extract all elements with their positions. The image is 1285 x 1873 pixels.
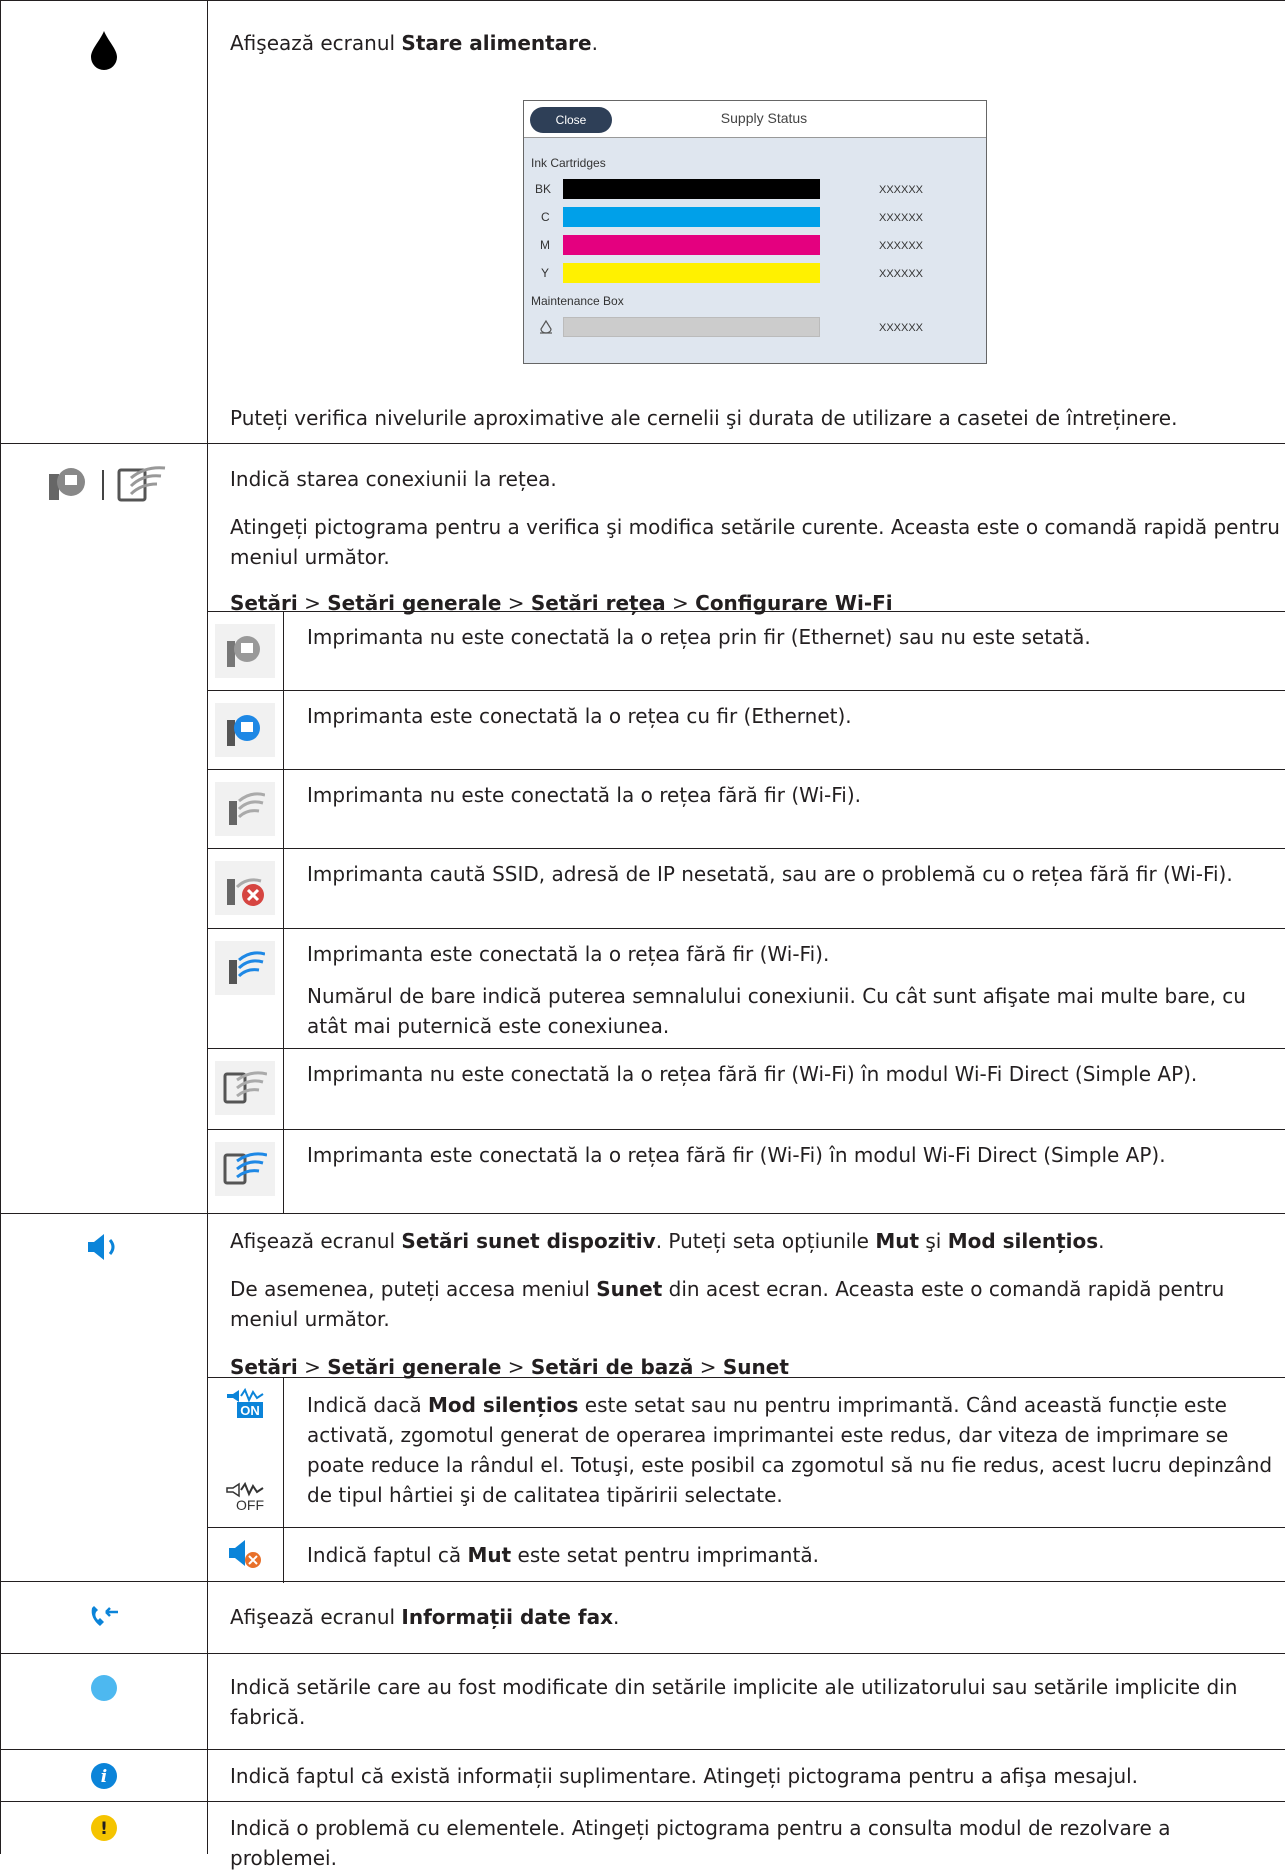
speaker-icon <box>0 1232 207 1262</box>
ink-cartridges-label: Ink Cartridges <box>531 156 606 170</box>
svg-text:!: ! <box>100 1819 108 1839</box>
ink-bar-y <box>563 263 820 283</box>
table-row-sound: Afişează ecranul Setări sunet dispozitiv… <box>0 1214 1285 1583</box>
bar-label-bk: BK <box>535 182 552 196</box>
maintenance-value: XXXXXX <box>879 322 924 334</box>
changed-settings-text: Indică setările care au fost modificate … <box>230 1675 1238 1729</box>
ink-bar-c <box>563 207 820 227</box>
ethernet-connected-icon <box>215 703 275 757</box>
wifi-error-icon <box>215 861 275 915</box>
svg-text:i: i <box>100 1767 106 1787</box>
network-subrow-4: Imprimanta caută SSID, adresă de IP nese… <box>207 848 1285 929</box>
network-subrow-1: Imprimanta nu este conectată la o rețea … <box>207 611 1285 691</box>
network-subrow-1-text: Imprimanta nu este conectată la o rețea … <box>307 625 1091 649</box>
network-subrow-5-text: Imprimanta este conectată la o rețea făr… <box>307 942 1246 1038</box>
svg-text:ON: ON <box>240 1403 260 1418</box>
maintenance-icon <box>538 319 554 340</box>
wifi-direct-disconnected-icon <box>215 1061 275 1115</box>
ink-drop-icon <box>0 29 207 71</box>
screen-title: Supply Status <box>720 110 808 126</box>
wifi-direct-connected-icon <box>215 1142 275 1196</box>
table-row-changed-settings: Indică setările care au fost modificate … <box>0 1654 1285 1750</box>
supply-status-screen: Close Supply Status Ink Cartridges BK XX… <box>523 100 987 364</box>
network-subrow-3: Imprimanta nu este conectată la o rețea … <box>207 769 1285 849</box>
quiet-mode-on-icon: ON <box>225 1387 265 1422</box>
table-row-fax: Afişează ecranul Informații date fax. <box>0 1582 1285 1654</box>
bar-label-m: M <box>540 238 550 252</box>
info-icon[interactable]: i <box>0 1762 207 1790</box>
ink-value-c: XXXXXX <box>879 212 924 224</box>
sound-subrow-mute: Indică faptul că Mut este setat pentru i… <box>207 1527 1285 1583</box>
mute-text: Indică faptul că Mut este setat pentru i… <box>307 1543 819 1567</box>
fax-text: Afişează ecranul Informații date fax. <box>230 1605 620 1629</box>
quiet-mode-text: Indică dacă Mod silențios este setat sau… <box>307 1393 1273 1507</box>
network-subrow-2: Imprimanta este conectată la o rețea cu … <box>207 690 1285 770</box>
blue-dot-icon <box>0 1674 207 1702</box>
table-row-network: Indică starea conexiunii la rețea. Ating… <box>0 444 1285 1214</box>
wifi-disconnected-icon <box>215 782 275 836</box>
network-subrow-3-text: Imprimanta nu este conectată la o rețea … <box>307 783 862 807</box>
sound-subrow-quiet: ON OFF Indică dacă Mod silențios este se… <box>207 1377 1285 1528</box>
network-subrow-6: Imprimanta nu este conectată la o rețea … <box>207 1048 1285 1130</box>
ethernet-disconnected-icon <box>215 624 275 678</box>
maintenance-bar <box>563 317 820 337</box>
wifi-connected-icon <box>215 941 275 995</box>
network-subrow-7-text: Imprimanta este conectată la o rețea făr… <box>307 1143 1166 1167</box>
bar-label-c: C <box>541 210 550 224</box>
screen-header: Close Supply Status <box>524 101 986 138</box>
table-row-info: i Indică faptul că există informații sup… <box>0 1750 1285 1802</box>
network-subrow-6-text: Imprimanta nu este conectată la o rețea … <box>307 1062 1198 1086</box>
warning-icon[interactable]: ! <box>0 1814 207 1842</box>
bar-label-y: Y <box>541 266 550 280</box>
network-text: Indică starea conexiunii la rețea. Ating… <box>230 464 1280 618</box>
supply-intro: Afişează ecranul Stare alimentare. <box>230 31 598 55</box>
mute-icon <box>227 1538 263 1574</box>
warning-text: Indică o problemă cu elementele. Atingeț… <box>230 1816 1171 1870</box>
table-row-supply: Afişează ecranul Stare alimentare. Close… <box>0 0 1285 444</box>
fax-info-icon <box>0 1604 207 1630</box>
sound-text: Afişează ecranul Setări sunet dispozitiv… <box>230 1226 1280 1382</box>
network-status-icon <box>0 464 207 504</box>
maintenance-box-label: Maintenance Box <box>531 294 624 308</box>
quiet-mode-off-icon: OFF <box>225 1481 265 1516</box>
network-subrow-4-text: Imprimanta caută SSID, adresă de IP nese… <box>307 862 1233 886</box>
ink-value-m: XXXXXX <box>879 240 924 252</box>
network-subrow-2-text: Imprimanta este conectată la o rețea cu … <box>307 704 852 728</box>
svg-text:OFF: OFF <box>236 1497 264 1512</box>
network-subrow-5: Imprimanta este conectată la o rețea făr… <box>207 928 1285 1049</box>
table-row-warning: ! Indică o problemă cu elementele. Ating… <box>0 1802 1285 1870</box>
ink-value-bk: XXXXXX <box>879 184 924 196</box>
supply-footer: Puteți verifica nivelurile aproximative … <box>230 406 1178 430</box>
close-button[interactable]: Close <box>530 107 612 133</box>
network-subrow-7: Imprimanta este conectată la o rețea făr… <box>207 1129 1285 1214</box>
info-text: Indică faptul că există informații supli… <box>230 1764 1139 1788</box>
ink-value-y: XXXXXX <box>879 268 924 280</box>
ink-bar-bk <box>563 179 820 199</box>
ink-bar-m <box>563 235 820 255</box>
